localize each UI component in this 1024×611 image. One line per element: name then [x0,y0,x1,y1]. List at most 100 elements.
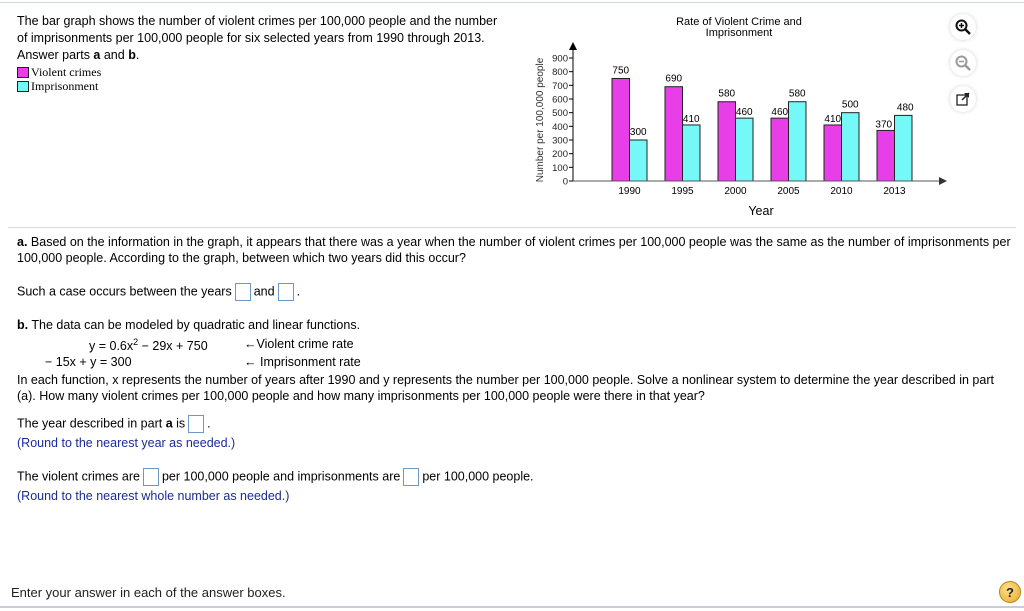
data-label-imprisonment-2000: 460 [736,107,753,118]
bar-imprisonment-1995 [682,124,701,182]
data-label-imprisonment-1990: 300 [630,127,647,138]
equation-violent: y = 0.6x2 − 29x + 750 [89,337,208,353]
data-label-imprisonment-2013: 480 [897,102,914,113]
intro-end: . [135,48,140,62]
violent-prefix: The violent crimes are [17,469,140,484]
eq1-part-b: − 29x + 750 [138,339,208,354]
part-a-answer-row: Such a case occurs between the years and. [17,283,300,301]
legend-swatch-imprisonment [17,80,29,92]
popout-icon [956,92,970,106]
intro-part-b: b [128,48,136,62]
section-divider [8,227,1016,228]
footer-instruction: Enter your answer in each of the answer … [11,585,286,600]
imprisonments-end: per 100,000 people. [422,469,534,484]
x-tick-label-2000: 2000 [724,186,747,197]
y-axis-label: Number per 100,000 people [535,57,546,182]
zoom-in-icon [955,19,971,35]
intro-text: The bar graph shows the number of violen… [17,14,498,62]
equation-imprisonment-note: ← Imprisonment rate [244,355,361,369]
x-tick-label-1995: 1995 [671,186,694,197]
y-tick-label: 100 [552,163,568,174]
data-label-violent-2010: 410 [824,114,841,125]
footer-border [0,606,1024,608]
intro-and: and [100,48,129,62]
legend-label-violent: Violent crimes [31,65,102,79]
help-icon: ? [1006,584,1014,600]
y-tick-label: 600 [552,95,568,106]
part-a-answer-end: . [296,284,301,299]
violent-crimes-input[interactable] [142,468,159,486]
data-label-violent-2005: 460 [771,107,788,118]
popout-button[interactable] [950,86,976,112]
y-tick-label: 800 [552,67,568,78]
rates-hint: (Round to the nearest whole number as ne… [17,489,290,503]
bar-violent-1995 [664,86,683,182]
year-input[interactable] [188,415,205,433]
legend-item-imprisonment: Imprisonment [17,79,101,93]
zoom-in-button[interactable] [950,14,976,40]
legend-swatch-violent [17,66,29,78]
year-mid: is [172,416,186,431]
bar-imprisonment-2005 [788,101,807,182]
bar-imprisonment-2010 [841,112,860,182]
bar-violent-2005 [770,117,789,182]
x-tick-label-2010: 2010 [830,186,853,197]
part-a-question: a. Based on the information in the graph… [17,234,1012,266]
x-tick-label-2013: 2013 [883,186,906,197]
y-tick-label: 200 [552,149,568,160]
data-label-violent-1990: 750 [612,66,629,77]
zoom-out-icon [955,55,971,71]
question-intro: The bar graph shows the number of violen… [17,13,507,64]
year-prefix: The year described in part [17,416,166,431]
bar-imprisonment-2000 [735,117,754,182]
part-a-text: Based on the information in the graph, i… [17,235,1011,265]
bar-violent-2010 [823,124,842,182]
chart-title-line2: Imprisonment [706,27,773,39]
data-label-imprisonment-2005: 580 [789,89,806,100]
bar-violent-2013 [876,129,895,182]
y-tick-label: 300 [552,136,568,147]
year-end: . [207,416,211,431]
x-axis-label: Year [748,204,773,218]
year-answer-row: The year described in part a is. [17,415,211,433]
eq1-part-a: y = 0.6x [89,339,134,354]
x-tick-label-2005: 2005 [777,186,800,197]
part-b-intro: b. The data can be modeled by quadratic … [17,317,360,333]
part-a-label: a. [17,235,28,249]
legend: Violent crimes Imprisonment [17,65,101,93]
imprisonments-input[interactable] [403,468,420,486]
legend-item-violent: Violent crimes [17,65,101,79]
part-b-intro-text: The data can be modeled by quadratic and… [28,318,361,332]
bar-imprisonment-1990 [629,139,648,182]
y-tick-label: 700 [552,81,568,92]
bar-violent-2000 [717,101,736,182]
y-tick-label: 500 [552,108,568,119]
year-bold: a [165,416,173,431]
help-button[interactable]: ? [999,581,1021,603]
equation-imprisonment: − 15x + y = 300 [45,355,132,369]
year-hint: (Round to the nearest year as needed.) [17,436,236,450]
y-axis-arrow [569,42,577,50]
data-label-violent-2013: 370 [875,119,892,130]
x-axis-arrow [939,177,947,185]
violent-mid: per 100,000 people and imprisonments are [161,469,401,484]
part-a-answer-prefix: Such a case occurs between the years [17,284,232,299]
y-tick-label: 900 [552,54,568,65]
bar-imprisonment-2013 [894,114,913,182]
bar-violent-1990 [611,78,630,182]
equation-violent-note: ←Violent crime rate [244,337,354,351]
data-label-imprisonment-2010: 500 [842,100,859,111]
legend-label-imprisonment: Imprisonment [31,79,99,93]
bar-chart: Rate of Violent Crime and Imprisonment N… [535,16,947,218]
part-a-answer-and: and [253,284,275,299]
zoom-out-button[interactable] [950,50,976,76]
part-b-description: In each function, x represents the numbe… [17,373,994,403]
year2-input[interactable] [277,283,294,301]
data-label-imprisonment-1995: 410 [683,114,700,125]
data-label-violent-2000: 580 [718,89,735,100]
y-tick-label: 400 [552,122,568,133]
y-tick-label: 0 [563,177,568,188]
year1-input[interactable] [234,283,251,301]
x-tick-label-1990: 1990 [618,186,641,197]
part-b-label: b. [17,318,29,332]
